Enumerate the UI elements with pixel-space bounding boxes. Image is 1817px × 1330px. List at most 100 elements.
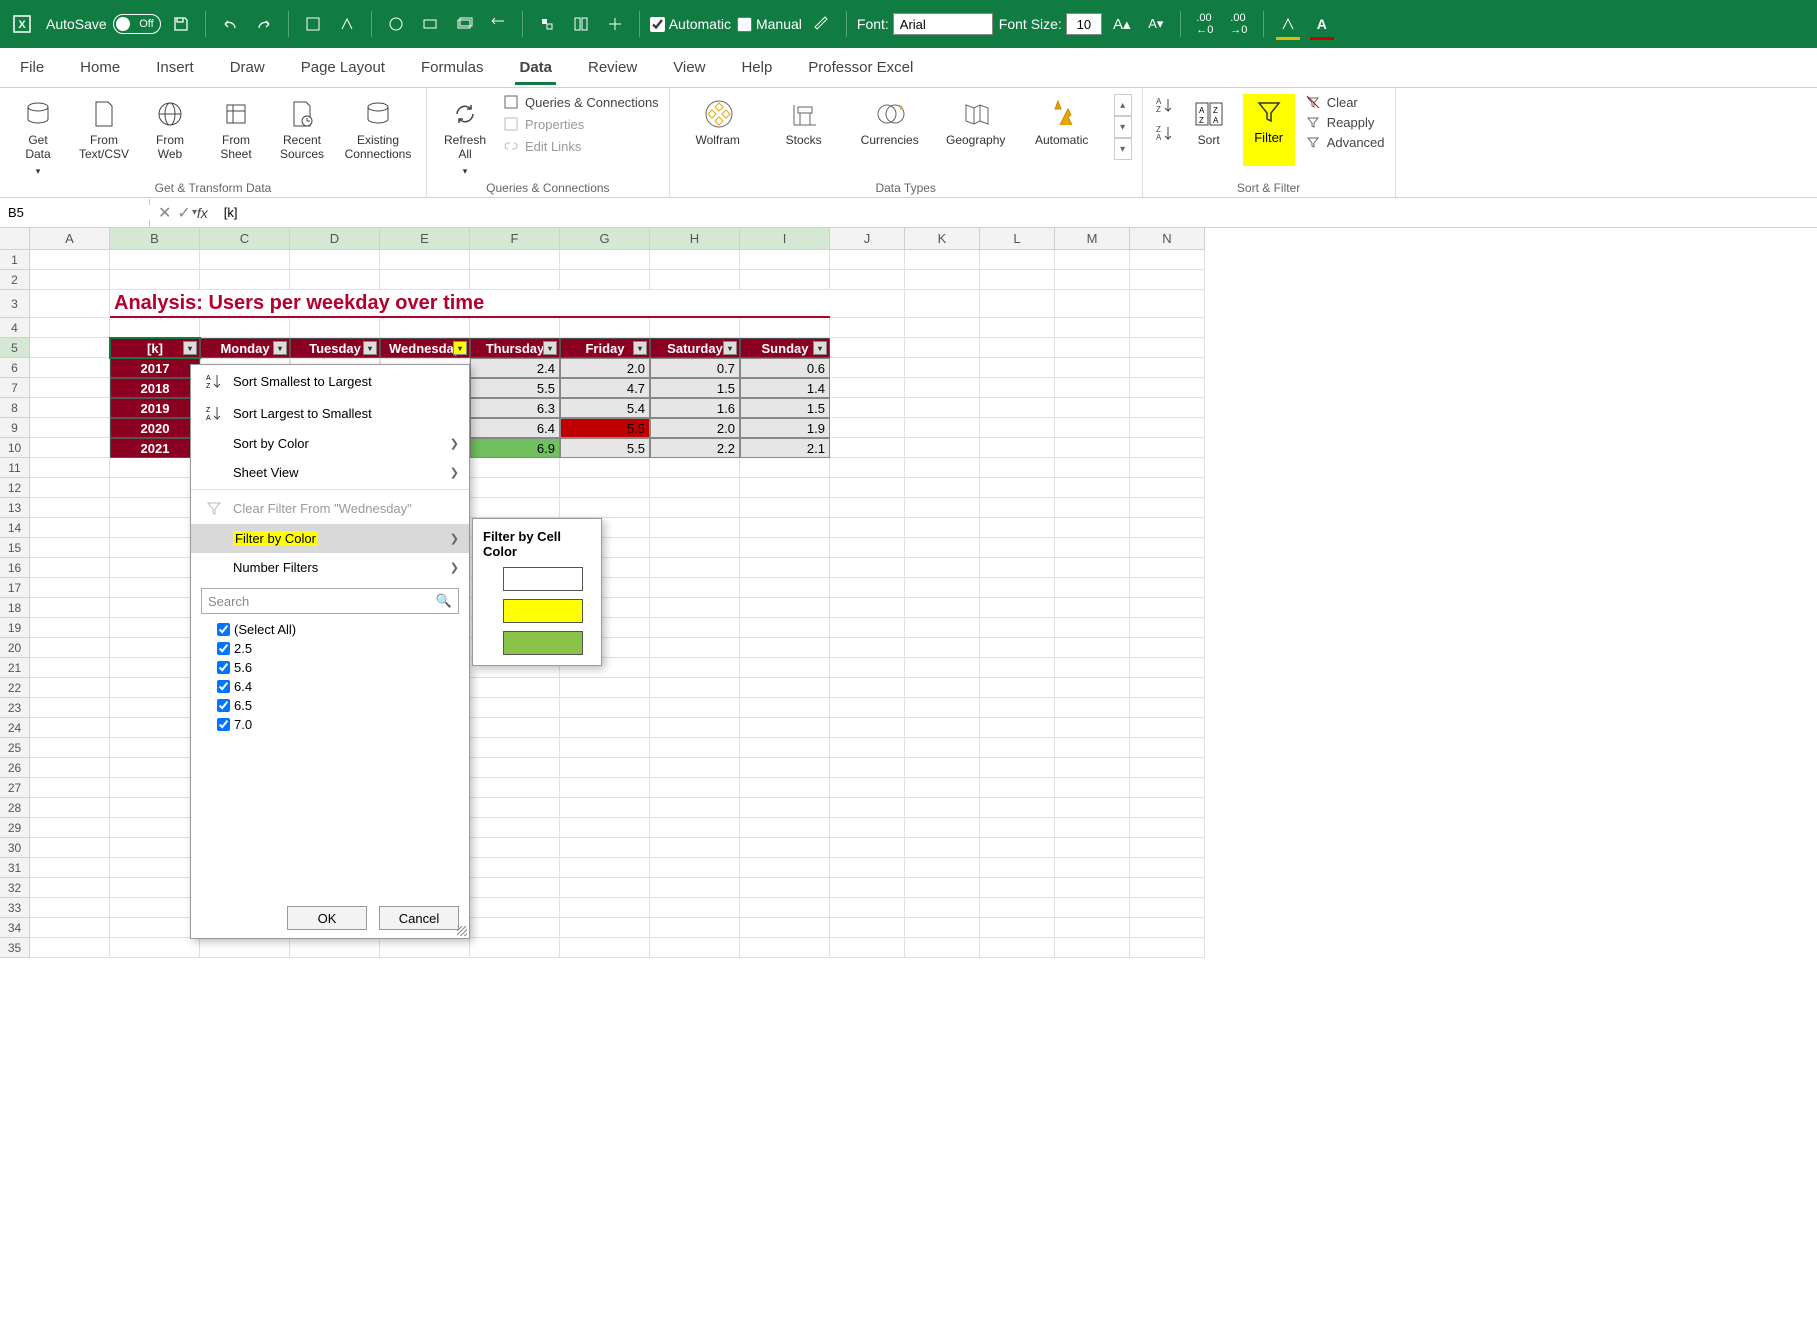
cell[interactable] bbox=[30, 858, 110, 878]
font-name-input[interactable] bbox=[893, 13, 993, 35]
datatype-stocks-button[interactable]: Stocks bbox=[766, 94, 842, 176]
from-sheet-button[interactable]: From Sheet bbox=[208, 94, 264, 176]
cell[interactable] bbox=[980, 398, 1055, 418]
cell[interactable] bbox=[980, 458, 1055, 478]
cell[interactable] bbox=[30, 878, 110, 898]
cell[interactable] bbox=[30, 938, 110, 958]
fx-icon[interactable]: fx bbox=[197, 205, 208, 221]
cell[interactable] bbox=[650, 658, 740, 678]
filter-by-color-item[interactable]: Filter by Color❯ bbox=[191, 524, 469, 553]
color-swatch[interactable] bbox=[503, 567, 583, 591]
filter-cancel-button[interactable]: Cancel bbox=[379, 906, 459, 930]
year-cell[interactable]: 2021 bbox=[110, 438, 200, 458]
row-header-23[interactable]: 23 bbox=[0, 698, 30, 718]
cell[interactable] bbox=[740, 698, 830, 718]
cell[interactable] bbox=[110, 458, 200, 478]
decrease-font-icon[interactable]: A▾ bbox=[1142, 10, 1170, 38]
cell[interactable] bbox=[110, 718, 200, 738]
cell[interactable] bbox=[980, 358, 1055, 378]
tab-file[interactable]: File bbox=[16, 51, 48, 84]
calc-manual-checkbox[interactable]: Manual bbox=[737, 16, 802, 32]
cell[interactable] bbox=[980, 558, 1055, 578]
cell[interactable] bbox=[30, 618, 110, 638]
col-header-K[interactable]: K bbox=[905, 228, 980, 250]
cell[interactable] bbox=[110, 598, 200, 618]
cell[interactable] bbox=[650, 818, 740, 838]
cell[interactable] bbox=[30, 918, 110, 938]
cell[interactable] bbox=[30, 318, 110, 338]
cell[interactable] bbox=[1130, 678, 1205, 698]
cell[interactable] bbox=[830, 758, 905, 778]
from-web-button[interactable]: From Web bbox=[142, 94, 198, 176]
cell[interactable] bbox=[1130, 838, 1205, 858]
cell[interactable] bbox=[1130, 250, 1205, 270]
cell[interactable] bbox=[560, 458, 650, 478]
cell[interactable] bbox=[650, 458, 740, 478]
cell[interactable] bbox=[830, 738, 905, 758]
cell[interactable] bbox=[1130, 558, 1205, 578]
cell[interactable] bbox=[1130, 698, 1205, 718]
recent-sources-button[interactable]: Recent Sources bbox=[274, 94, 330, 176]
cell[interactable] bbox=[980, 478, 1055, 498]
column-headers[interactable]: ABCDEFGHIJKLMN bbox=[30, 228, 1817, 250]
cell[interactable] bbox=[560, 478, 650, 498]
cell[interactable] bbox=[740, 598, 830, 618]
cell[interactable]: 5.5 bbox=[560, 438, 650, 458]
row-header-10[interactable]: 10 bbox=[0, 438, 30, 458]
datatype-wolfram-button[interactable]: Wolfram bbox=[680, 94, 756, 176]
cell[interactable] bbox=[905, 338, 980, 358]
cell[interactable] bbox=[470, 858, 560, 878]
cell[interactable] bbox=[560, 818, 650, 838]
cell[interactable] bbox=[905, 898, 980, 918]
cell[interactable]: 1.4 bbox=[740, 378, 830, 398]
queries-connections-link[interactable]: Queries & Connections bbox=[503, 94, 659, 110]
cell[interactable] bbox=[470, 698, 560, 718]
year-cell[interactable]: 2018 bbox=[110, 378, 200, 398]
cell[interactable] bbox=[1055, 918, 1130, 938]
filter-dropdown-icon[interactable]: ▾ bbox=[813, 341, 827, 355]
cell[interactable] bbox=[1130, 798, 1205, 818]
cell[interactable] bbox=[650, 498, 740, 518]
cell[interactable] bbox=[650, 738, 740, 758]
filter-dropdown-icon[interactable]: ▾ bbox=[453, 341, 467, 355]
cell[interactable] bbox=[980, 778, 1055, 798]
filter-check-value[interactable]: 6.4 bbox=[217, 677, 459, 696]
col-header-J[interactable]: J bbox=[830, 228, 905, 250]
cell[interactable]: 5.4 bbox=[560, 398, 650, 418]
cell[interactable] bbox=[905, 718, 980, 738]
filter-values-list[interactable]: (Select All) 2.5 5.6 6.4 6.5 7.0 bbox=[217, 620, 459, 734]
cell[interactable] bbox=[905, 358, 980, 378]
cell[interactable] bbox=[1130, 858, 1205, 878]
cell[interactable] bbox=[470, 478, 560, 498]
refresh-all-button[interactable]: Refresh All▾ bbox=[437, 94, 493, 176]
cell[interactable] bbox=[980, 938, 1055, 958]
cell[interactable] bbox=[30, 270, 110, 290]
cell[interactable] bbox=[650, 918, 740, 938]
cell[interactable] bbox=[1130, 398, 1205, 418]
row-header-7[interactable]: 7 bbox=[0, 378, 30, 398]
cell[interactable] bbox=[1055, 698, 1130, 718]
cell[interactable] bbox=[1055, 898, 1130, 918]
cell[interactable] bbox=[110, 518, 200, 538]
cell[interactable] bbox=[740, 318, 830, 338]
cell[interactable] bbox=[830, 578, 905, 598]
cell[interactable] bbox=[905, 778, 980, 798]
row-header-27[interactable]: 27 bbox=[0, 778, 30, 798]
filter-check-value[interactable]: 6.5 bbox=[217, 696, 459, 715]
cell[interactable] bbox=[740, 558, 830, 578]
cell[interactable] bbox=[110, 478, 200, 498]
calc-automatic-checkbox[interactable]: Automatic bbox=[650, 16, 731, 32]
cell[interactable] bbox=[560, 858, 650, 878]
cell[interactable] bbox=[1130, 638, 1205, 658]
table-header[interactable]: Sunday▾ bbox=[740, 338, 830, 358]
cell[interactable] bbox=[830, 290, 905, 318]
filter-dropdown-icon[interactable]: ▾ bbox=[543, 341, 557, 355]
qat-paint-icon[interactable] bbox=[808, 10, 836, 38]
qat-icon-6[interactable] bbox=[484, 10, 512, 38]
cell[interactable] bbox=[905, 758, 980, 778]
filter-button[interactable]: Filter bbox=[1243, 94, 1295, 166]
cell[interactable] bbox=[980, 378, 1055, 398]
cell[interactable] bbox=[1130, 718, 1205, 738]
cell[interactable] bbox=[30, 498, 110, 518]
tab-review[interactable]: Review bbox=[584, 51, 641, 84]
